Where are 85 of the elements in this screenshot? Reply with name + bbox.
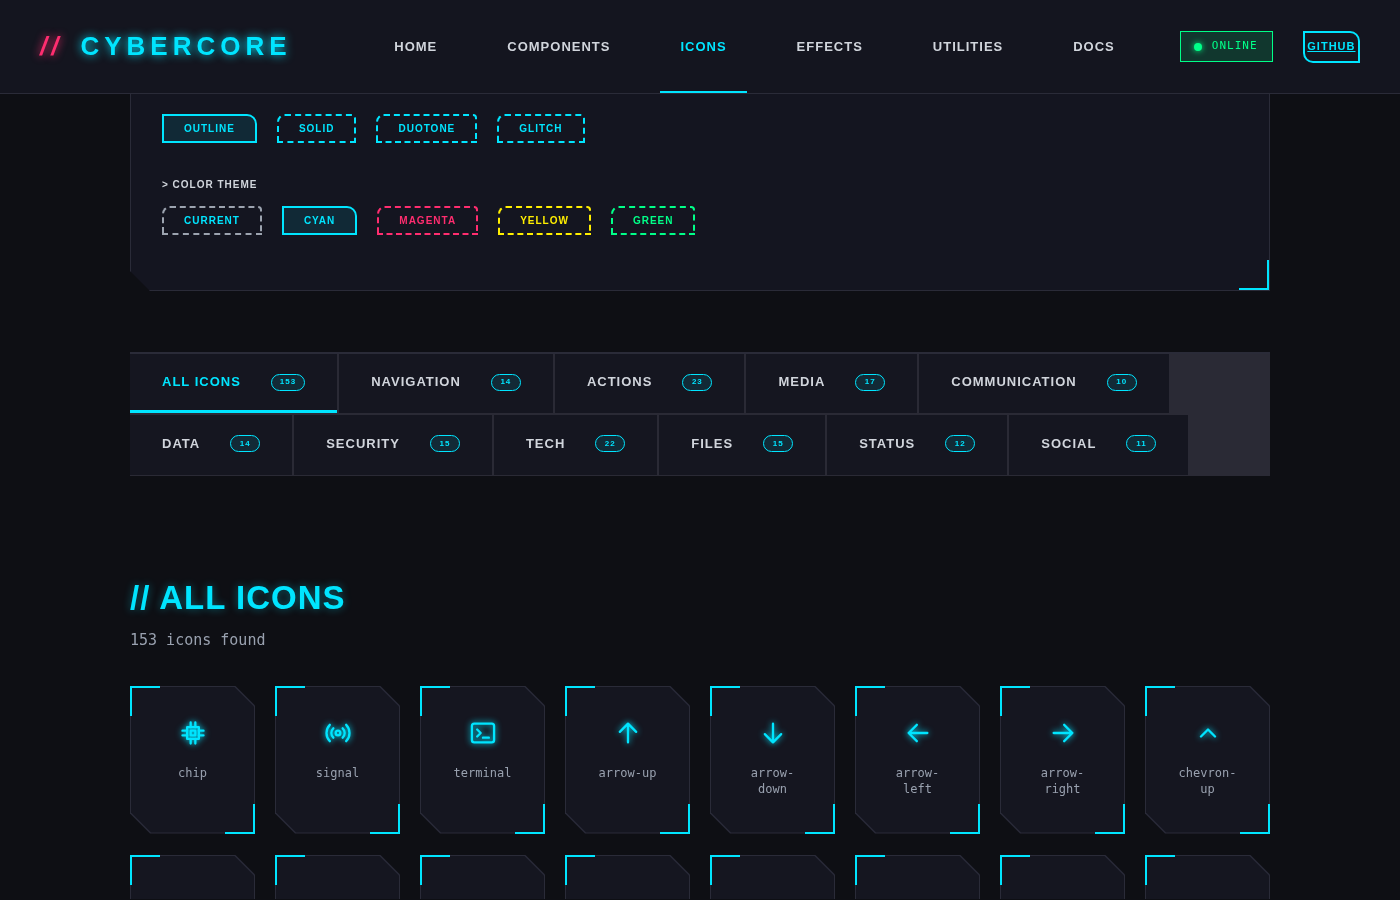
category-tab[interactable]: FILES 15 [659,415,826,475]
category-tab[interactable]: ALL ICONS 153 [130,354,338,413]
section-label: > COLOR THEME [162,178,259,192]
corner-bracket [855,685,885,716]
icon-label: arrow- right [1040,764,1085,797]
nav-link[interactable]: DOCS [1053,0,1135,93]
section-title: // ALL ICONS [130,578,347,618]
icon-card[interactable]: arrow-up [565,685,690,834]
corner-bracket [1240,803,1270,834]
color-theme-button[interactable]: CYAN [281,206,358,235]
corner-bracket [855,854,885,885]
color-theme-button[interactable]: CURRENT [162,206,262,235]
icon-card[interactable]: arrow- left [855,685,980,834]
color-theme-button[interactable]: YELLOW [498,206,591,235]
count-badge: 14 [490,373,521,391]
corner-bracket [225,803,255,834]
icon-card[interactable]: arrow- right [1000,685,1125,834]
category-tab[interactable]: DATA 14 [130,415,293,475]
corner-bracket [565,854,595,885]
category-tab[interactable]: MEDIA 17 [746,354,918,413]
corner-bracket [565,685,595,716]
icon-label: arrow- down [750,764,795,797]
corner-bracket [370,803,400,834]
corner-bracket [950,803,980,834]
corner-bracket [130,685,160,716]
icon-label: arrow-up [598,764,657,781]
nav-link[interactable]: UTILITIES [912,0,1024,93]
corner-bracket [710,854,740,885]
icon-label: signal [315,764,360,781]
corner-bracket [1239,260,1269,290]
count-badge: 23 [682,373,713,391]
variant-button[interactable]: DUOTONE [376,114,478,143]
count-badge: 15 [429,435,460,452]
count-badge: 153 [270,373,306,391]
logo-slashes: // [40,30,63,63]
color-theme-button[interactable]: MAGENTA [377,206,479,235]
category-tab[interactable]: COMMUNICATION 10 [919,354,1169,413]
corner-bracket [1145,685,1175,716]
corner-bracket [805,803,835,834]
category-tab[interactable]: SOCIAL 11 [1009,415,1189,475]
corner-bracket [1095,803,1125,834]
icon-card[interactable]: chip [130,685,255,834]
color-theme-button[interactable]: GREEN [610,206,696,235]
corner-bracket [710,685,740,716]
corner-bracket [1000,685,1030,716]
corner-bracket [275,685,305,716]
icon-card[interactable]: arrow- down [710,685,835,834]
corner-bracket [275,854,305,885]
icon-label: chip [178,764,207,781]
corner-bracket [1000,854,1030,885]
corner-bracket [420,685,450,716]
nav-link[interactable]: EFFECTS [776,0,883,93]
result-count: 153 icons found [130,630,267,651]
count-badge: 17 [855,373,886,391]
corner-bracket [1145,854,1175,885]
category-tab[interactable]: NAVIGATION 14 [339,354,553,413]
corner-bracket [515,803,545,834]
count-badge: 10 [1106,373,1137,391]
chip-icon [178,718,207,747]
count-badge: 14 [230,435,261,452]
corner-bracket [660,803,690,834]
status-badge: ONLINE [1179,31,1273,62]
variant-button[interactable]: GLITCH [497,114,585,143]
count-badge: 22 [595,435,626,452]
icon-label: arrow- left [895,764,940,797]
icon-label: terminal [453,764,512,781]
github-link[interactable]: GITHUB [1302,30,1360,63]
logo-text[interactable]: CYBERCORE [80,27,292,66]
corner-bracket [130,854,160,885]
nav-link[interactable]: COMPONENTS [487,0,631,93]
category-tab[interactable]: SECURITY 15 [294,415,492,475]
icon-label: chevron- up [1178,764,1237,797]
count-badge: 15 [763,435,794,452]
variant-button[interactable]: OUTLINE [162,114,257,143]
variant-button[interactable]: SOLID [276,114,357,143]
icon-card[interactable]: terminal [420,685,545,834]
icon-card[interactable]: signal [275,685,400,834]
category-tab[interactable]: TECH 22 [493,415,658,475]
count-badge: 11 [1126,435,1157,452]
category-tab[interactable]: ACTIONS 23 [554,354,745,413]
count-badge: 12 [945,435,976,452]
corner-bracket [420,854,450,885]
icon-card[interactable]: chevron- up [1145,685,1270,834]
category-tab[interactable]: STATUS 12 [827,415,1008,475]
nav-link[interactable]: HOME [374,0,458,93]
